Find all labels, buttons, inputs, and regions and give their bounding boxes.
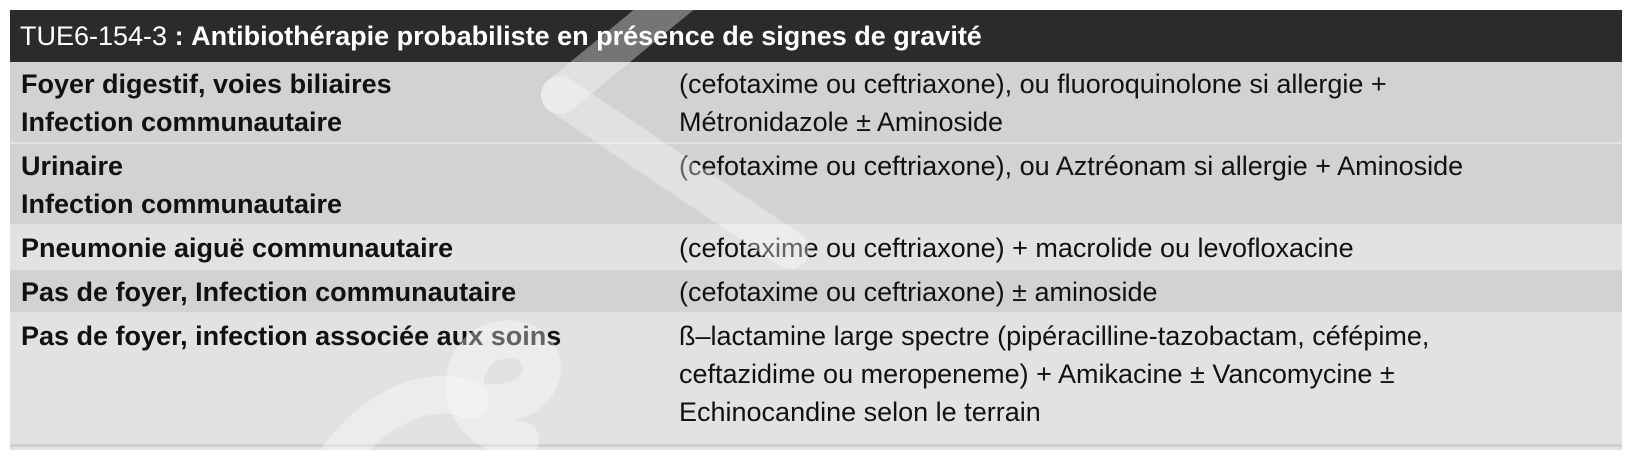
table-title: Antibiothérapie probabiliste en présence… <box>191 21 982 51</box>
infection-site-line: Pneumonie aiguë communautaire <box>21 233 454 263</box>
treatment-line: (cefotaxime ou ceftriaxone) ± aminoside <box>679 277 1158 307</box>
table-title-bar: TUE6-154-3 : Antibiothérapie probabilist… <box>10 10 1622 62</box>
table-row: Pneumonie aiguë communautaire (cefotaxim… <box>10 226 1622 268</box>
table-row: Foyer digestif, voies biliaires Infectio… <box>10 62 1622 142</box>
table-bottom-rule <box>10 444 1622 447</box>
infection-site-cell: Foyer digestif, voies biliaires Infectio… <box>21 65 661 141</box>
infection-site-line: Pas de foyer, Infection communautaire <box>21 277 517 307</box>
treatment-cell: (cefotaxime ou ceftriaxone), ou Aztréona… <box>679 147 1609 185</box>
treatment-cell: (cefotaxime ou ceftriaxone), ou fluoroqu… <box>679 65 1609 141</box>
page: TUE6-154-3 : Antibiothérapie probabilist… <box>0 0 1640 470</box>
title-separator: : <box>174 21 184 51</box>
infection-site-cell: Pneumonie aiguë communautaire <box>21 229 661 267</box>
treatment-cell: (cefotaxime ou ceftriaxone) + macrolide … <box>679 229 1609 267</box>
infection-site-line: Urinaire <box>21 151 124 181</box>
table-code: TUE6-154-3 <box>20 21 168 51</box>
infection-site-line: Infection communautaire <box>21 107 343 137</box>
table-row: Pas de foyer, Infection communautaire (c… <box>10 270 1622 312</box>
table-row: Pas de foyer, infection associée aux soi… <box>10 314 1622 436</box>
infection-site-cell: Pas de foyer, Infection communautaire <box>21 273 661 311</box>
infection-site-cell: Urinaire Infection communautaire <box>21 147 661 223</box>
treatment-line: (cefotaxime ou ceftriaxone), ou Aztréona… <box>679 151 1464 181</box>
treatment-line: Métronidazole ± Aminoside <box>679 107 1003 137</box>
table-row: Urinaire Infection communautaire (cefota… <box>10 144 1622 224</box>
antibiotherapy-table: TUE6-154-3 : Antibiothérapie probabilist… <box>10 10 1622 450</box>
treatment-line: Echinocandine selon le terrain <box>679 397 1041 427</box>
treatment-line: ß–lactamine large spectre (pipéracilline… <box>679 321 1430 351</box>
treatment-line: ceftazidime ou meropeneme) + Amikacine ±… <box>679 359 1395 389</box>
infection-site-line: Infection communautaire <box>21 189 343 219</box>
infection-site-line: Foyer digestif, voies biliaires <box>21 69 392 99</box>
infection-site-line: Pas de foyer, infection associée aux soi… <box>21 321 562 351</box>
treatment-line: (cefotaxime ou ceftriaxone) + macrolide … <box>679 233 1354 263</box>
treatment-cell: ß–lactamine large spectre (pipéracilline… <box>679 317 1609 431</box>
treatment-cell: (cefotaxime ou ceftriaxone) ± aminoside <box>679 273 1609 311</box>
infection-site-cell: Pas de foyer, infection associée aux soi… <box>21 317 661 355</box>
treatment-line: (cefotaxime ou ceftriaxone), ou fluoroqu… <box>679 69 1387 99</box>
